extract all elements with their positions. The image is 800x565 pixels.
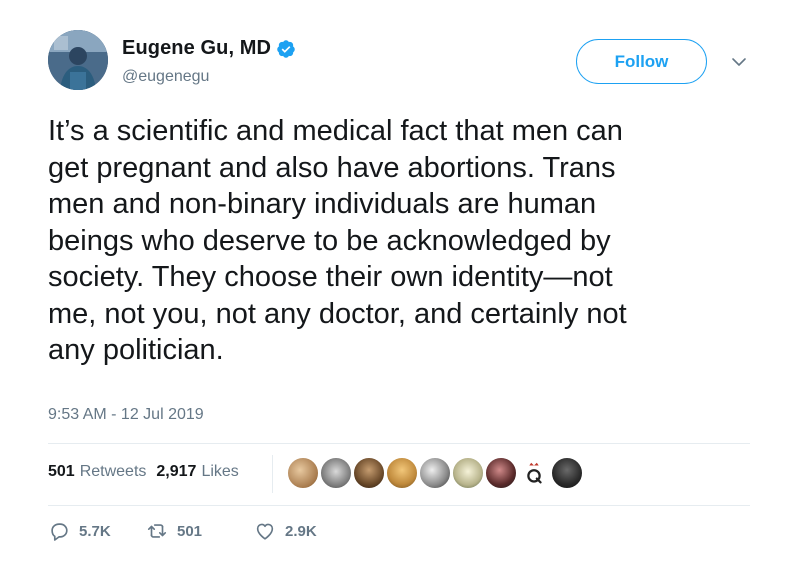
reply-button[interactable]: 5.7K (48, 520, 146, 542)
retweet-count: 501 (177, 522, 203, 540)
tweet-text-line: men and non-binary individuals are human (48, 188, 597, 220)
liker-avatar[interactable] (353, 457, 385, 489)
retweets-count[interactable]: 501 (48, 463, 75, 481)
liker-avatar[interactable] (485, 457, 517, 489)
tweet-text: It’s a scientific and medical fact that … (48, 113, 778, 369)
tweet-text-line: It’s a scientific and medical fact that … (48, 115, 623, 147)
profile-photo (48, 30, 108, 90)
q-logo-icon (527, 462, 542, 484)
stats-divider (272, 455, 273, 493)
liker-avatar[interactable] (287, 457, 319, 489)
like-button[interactable]: 2.9K (254, 520, 354, 542)
liker-avatar[interactable] (386, 457, 418, 489)
likes-label[interactable]: Likes (201, 463, 238, 481)
retweet-button[interactable]: 501 (146, 520, 254, 542)
divider (48, 443, 750, 444)
tweet-text-line: any politician. (48, 334, 224, 366)
liker-avatars (287, 457, 584, 489)
heart-icon (256, 523, 274, 540)
reply-icon (51, 523, 68, 541)
liker-avatar[interactable] (551, 457, 583, 489)
author-name-row: Eugene Gu, MD (122, 37, 296, 60)
follow-button[interactable]: Follow (576, 39, 707, 84)
verified-badge-icon (277, 39, 295, 58)
display-name[interactable]: Eugene Gu, MD (122, 37, 271, 60)
divider (48, 505, 750, 506)
likes-count[interactable]: 2,917 (156, 463, 196, 481)
tweet-actions: 5.7K 501 2.9K (48, 520, 354, 542)
tweet-text-line: society. They choose their own identity—… (48, 261, 613, 293)
retweets-label[interactable]: Retweets (80, 463, 147, 481)
retweet-icon (147, 524, 167, 538)
liker-avatar[interactable] (320, 457, 352, 489)
liker-avatar[interactable] (419, 457, 451, 489)
tweet-timestamp[interactable]: 9:53 AM - 12 Jul 2019 (48, 406, 204, 424)
chevron-down-icon[interactable] (731, 55, 747, 69)
avatar[interactable] (48, 30, 108, 90)
liker-avatar[interactable] (452, 457, 484, 489)
tweet-text-line: beings who deserve to be acknowledged by (48, 224, 611, 257)
liker-avatar[interactable] (518, 457, 550, 489)
tweet-text-line: me, not you, not any doctor, and certain… (48, 297, 627, 330)
author-handle[interactable]: @eugenegu (122, 68, 209, 86)
like-count: 2.9K (285, 522, 317, 540)
reply-count: 5.7K (79, 522, 111, 540)
tweet-stats: 501 Retweets 2,917 Likes (48, 463, 249, 481)
tweet-text-line: get pregnant and also have abortions. Tr… (48, 151, 616, 184)
